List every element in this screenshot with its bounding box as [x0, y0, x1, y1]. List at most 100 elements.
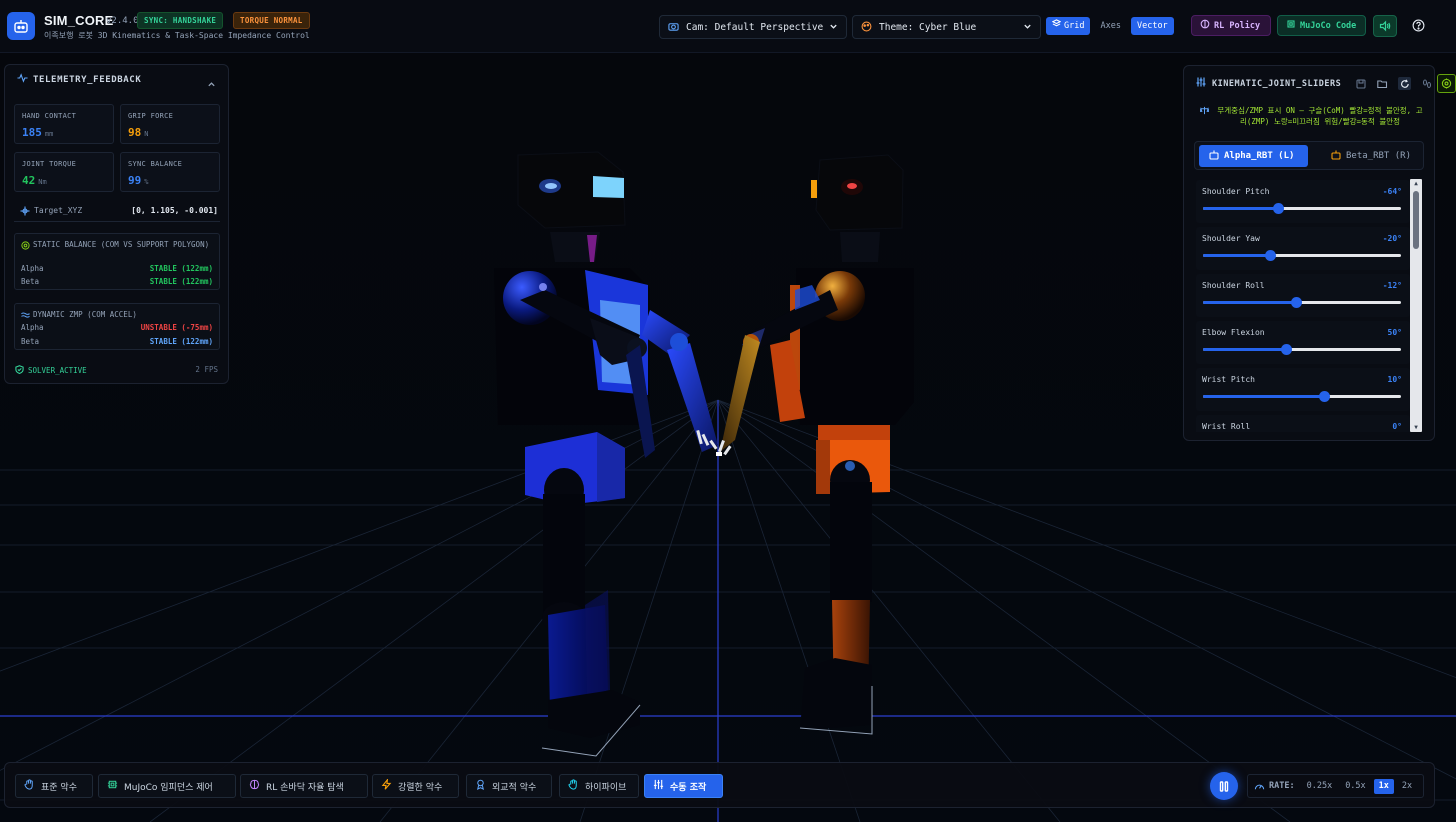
slider-value: -64° [1382, 187, 1402, 196]
tab-beta-robot[interactable]: Beta_RBT (R) [1321, 145, 1421, 167]
slider-elbow-flexion: Elbow Flexion 50° [1196, 321, 1410, 364]
folder-open-icon[interactable] [1376, 77, 1389, 90]
rate-option-2x[interactable]: 2x [1397, 779, 1417, 794]
mode-intense-handshake[interactable]: 강렬한 악수 [372, 774, 459, 798]
brain-icon [1200, 19, 1210, 32]
mode-diplomatic-handshake[interactable]: 외교적 악수 [466, 774, 552, 798]
sound-toggle-button[interactable] [1373, 15, 1397, 37]
brain-icon [249, 779, 260, 793]
collapse-chevron-icon[interactable] [207, 74, 216, 93]
scroll-down-arrow-icon[interactable]: ▼ [1410, 423, 1422, 432]
kinematic-panel: KINEMATIC_JOINT_SLIDERS 무게중심/ZMP 표시 ON —… [1183, 65, 1435, 441]
slider-handle[interactable] [1273, 203, 1285, 214]
pause-button[interactable] [1210, 772, 1238, 800]
robot-icon [1209, 150, 1219, 163]
camera-select-value: Cam: Default Perspective [686, 21, 824, 33]
sliders-icon [1196, 77, 1206, 90]
static-balance-beta-row: Beta STABLE (122mm) [21, 277, 213, 286]
help-button[interactable] [1406, 15, 1430, 37]
grip-force-label: GRIP FORCE [128, 112, 174, 120]
mode-standard-handshake[interactable]: 표준 악수 [15, 774, 93, 798]
sync-balance-value: 99% [128, 174, 149, 187]
kinematic-title: KINEMATIC_JOINT_SLIDERS [1212, 78, 1342, 89]
footprints-icon[interactable] [1420, 77, 1433, 90]
crosshair-icon [20, 206, 30, 218]
slider-label: Shoulder Roll [1202, 281, 1265, 290]
robot-selector-tabs: Alpha_RBT (L) Beta_RBT (R) [1194, 141, 1424, 170]
mode-rl-palm-search[interactable]: RL 손바닥 자율 탐색 [240, 774, 368, 798]
rate-label: RATE: [1269, 781, 1295, 791]
scroll-up-arrow-icon[interactable]: ▲ [1410, 179, 1422, 188]
bottom-control-bar: 표준 악수 MuJoCo 임피던스 제어 RL 손바닥 자율 탐색 강렬한 악수… [4, 762, 1435, 808]
camera-icon [668, 21, 679, 35]
activity-icon [17, 73, 28, 86]
scale-icon [21, 241, 30, 252]
cpu-icon [107, 779, 118, 793]
grid-toggle-label: Grid [1064, 21, 1085, 31]
sync-balance-cell: SYNC BALANCE 99% [120, 152, 220, 192]
kinematic-toolbar [1354, 77, 1433, 90]
app-title: SIM_CORE [44, 13, 114, 28]
mujoco-code-button[interactable]: MuJoCo Code [1277, 15, 1366, 36]
slider-handle[interactable] [1281, 344, 1293, 355]
axes-toggle[interactable]: Axes [1094, 17, 1126, 35]
slider-value: -20° [1382, 234, 1402, 243]
vector-toggle[interactable]: Vector [1130, 17, 1174, 35]
theme-select[interactable]: Theme: Cyber Blue [852, 15, 1041, 39]
hand-icon [24, 779, 35, 793]
rate-option-0.25x[interactable]: 0.25x [1302, 779, 1338, 794]
static-balance-title: STATIC BALANCE (COM VS SUPPORT POLYGON) [33, 240, 210, 249]
scale-icon [1441, 74, 1452, 93]
speaker-icon [1379, 17, 1391, 36]
palette-icon [861, 21, 872, 35]
sliders-icon [653, 779, 664, 793]
slider-value: 0° [1392, 422, 1402, 431]
mujoco-code-label: MuJoCo Code [1300, 20, 1357, 31]
grip-force-cell: GRIP FORCE 98 N [120, 104, 220, 144]
rl-policy-button[interactable]: RL Policy [1191, 15, 1271, 36]
sync-status-badge: SYNC: HANDSHAKE [137, 12, 224, 29]
slider-track[interactable] [1203, 297, 1401, 308]
mode-manual-control[interactable]: 수동 조작 [644, 774, 723, 798]
slider-handle[interactable] [1318, 391, 1330, 402]
slider-value: 10° [1387, 375, 1402, 384]
save-icon[interactable] [1354, 77, 1367, 90]
slider-track[interactable] [1203, 344, 1401, 355]
torque-status-badge: TORQUE NORMAL [233, 12, 310, 29]
com-zmp-note-text: 무게중심/ZMP 표시 ON — 구슬(CoM) 빨강=정적 불안정, 고리(Z… [1217, 106, 1423, 126]
slider-shoulder-yaw: Shoulder Yaw -20° [1196, 227, 1410, 270]
grid-toggle[interactable]: Grid [1046, 17, 1091, 35]
hand-contact-value: 185 mm [22, 126, 54, 139]
slider-wrist-pitch: Wrist Pitch 10° [1196, 368, 1410, 411]
slider-value: 50° [1387, 328, 1402, 337]
target-xyz-label: Target_XYZ [34, 206, 83, 215]
slider-value: -12° [1382, 281, 1402, 290]
slider-shoulder-pitch: Shoulder Pitch -64° [1196, 180, 1410, 223]
tab-alpha-robot[interactable]: Alpha_RBT (L) [1199, 145, 1308, 167]
rate-option-1x[interactable]: 1x [1373, 778, 1394, 794]
camera-select[interactable]: Cam: Default Perspective [659, 15, 847, 39]
slider-track[interactable] [1203, 391, 1401, 402]
rate-option-0.5x[interactable]: 0.5x [1340, 779, 1370, 794]
slider-handle[interactable] [1291, 297, 1303, 308]
mode-mujoco-impedance[interactable]: MuJoCo 임피던스 제어 [98, 774, 236, 798]
slider-label: Shoulder Yaw [1202, 234, 1260, 243]
static-balance-alpha-row: Alpha STABLE (122mm) [21, 264, 213, 273]
theme-select-value: Theme: Cyber Blue [879, 21, 977, 33]
joint-slider-list[interactable]: Shoulder Pitch -64° Shoulder Yaw -20° Sh… [1196, 180, 1412, 432]
reset-icon[interactable] [1398, 77, 1411, 90]
dynamic-zmp-box: DYNAMIC ZMP (COM ACCEL) Alpha UNSTABLE (… [14, 303, 220, 350]
slider-list-scrollbar[interactable]: ▲ ▼ [1410, 179, 1422, 432]
layers-icon [1051, 17, 1062, 35]
scrollbar-thumb[interactable] [1413, 191, 1419, 249]
slider-label: Wrist Roll [1202, 422, 1251, 431]
slider-track[interactable] [1203, 250, 1401, 261]
mode-high-five[interactable]: 하이파이브 [559, 774, 639, 798]
slider-track[interactable] [1203, 203, 1401, 214]
telemetry-panel: TELEMETRY_FEEDBACK HAND CONTACT 185 mm GR… [4, 64, 229, 384]
balance-overlay-toggle[interactable] [1437, 74, 1456, 93]
slider-handle[interactable] [1265, 250, 1277, 261]
app-version: v2.4.0 [106, 16, 139, 26]
help-icon [1412, 17, 1425, 36]
rl-policy-label: RL Policy [1214, 20, 1261, 31]
